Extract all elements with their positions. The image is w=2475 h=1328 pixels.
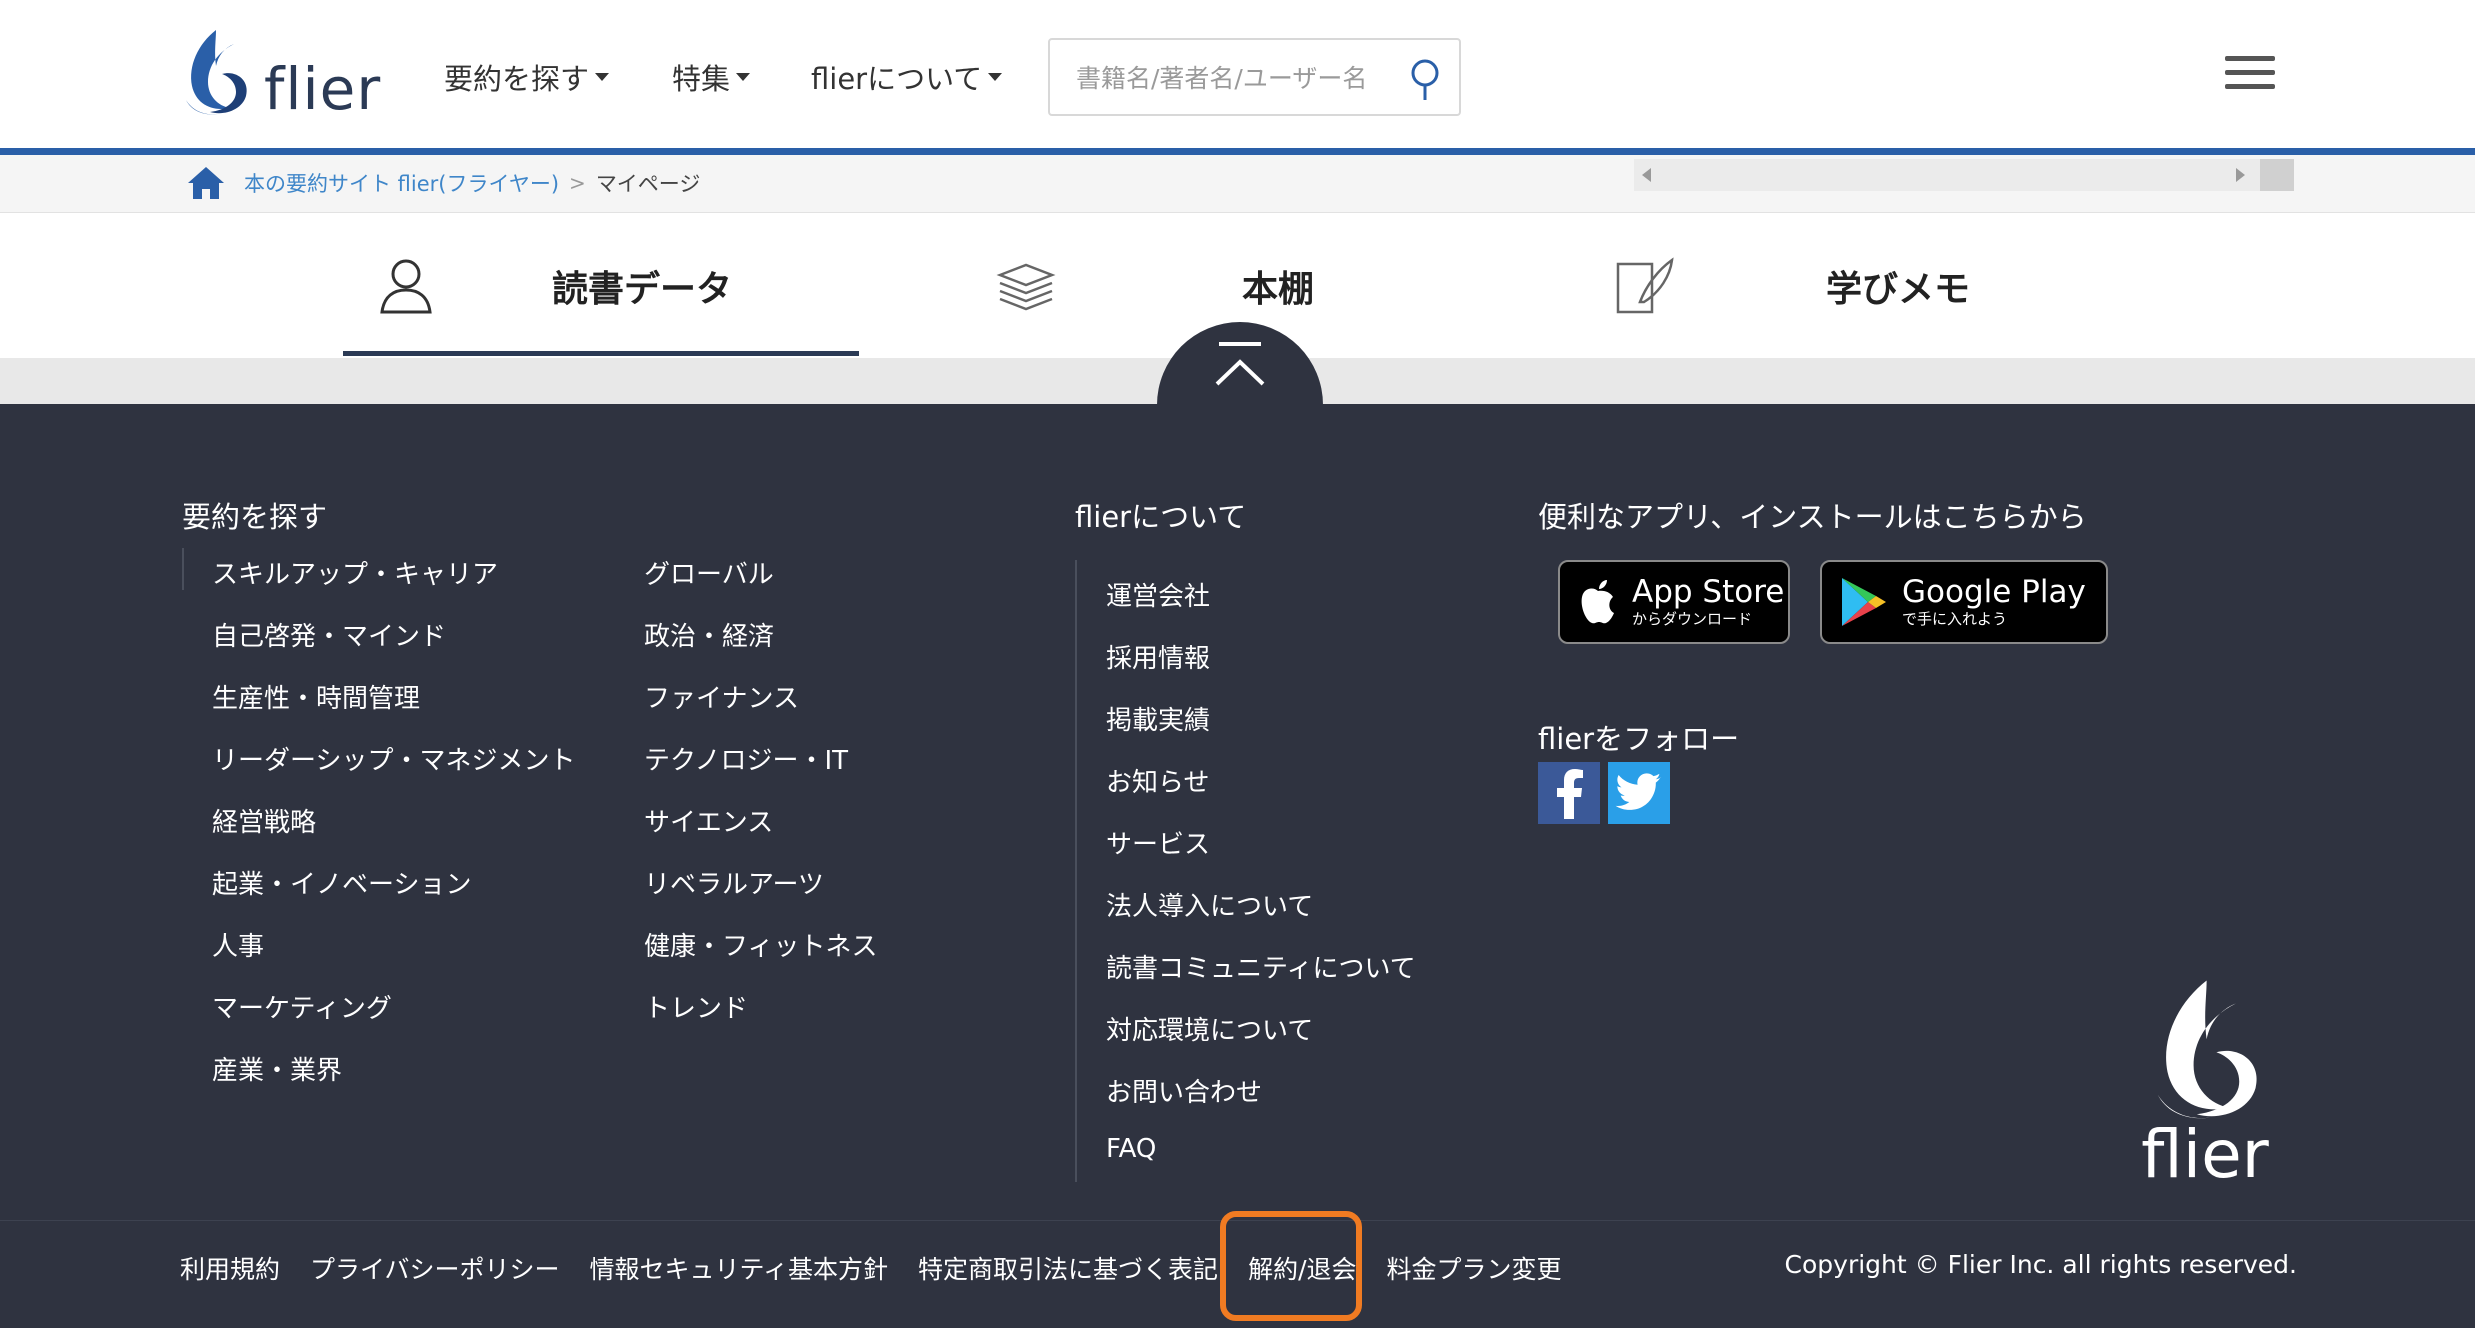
category-link[interactable]: グローバル — [644, 554, 774, 591]
footer-about-heading: flierについて — [1075, 500, 1247, 534]
breadcrumb-bar: 本の要約サイト flier(フライヤー) > マイページ — [0, 155, 2475, 213]
category-link[interactable]: テクノロジー・IT — [644, 740, 848, 777]
about-link[interactable]: お問い合わせ — [1106, 1072, 1262, 1109]
nav-browse[interactable]: 要約を探す — [444, 56, 610, 98]
category-link[interactable]: 起業・イノベーション — [212, 864, 471, 901]
search-icon — [1411, 59, 1439, 100]
nav-features-label: 特集 — [672, 62, 731, 96]
twitter-icon — [1615, 773, 1662, 810]
category-link[interactable]: スキルアップ・キャリア — [212, 554, 498, 591]
google-play-subtitle: で手に入れよう — [1902, 610, 2008, 628]
google-play-title: Google Play — [1902, 574, 2086, 610]
about-link[interactable]: FAQ — [1106, 1134, 1156, 1164]
google-play-icon — [1842, 578, 1886, 626]
menu-button[interactable] — [2225, 56, 2275, 92]
security-policy-link[interactable]: 情報セキュリティ基本方針 — [590, 1250, 889, 1286]
facebook-icon — [1557, 769, 1583, 819]
nav-features[interactable]: 特集 — [672, 56, 751, 98]
about-link[interactable]: 採用情報 — [1106, 638, 1210, 675]
about-link[interactable]: 掲載実績 — [1106, 700, 1210, 737]
category-link[interactable]: ファイナンス — [644, 678, 799, 715]
about-link[interactable]: 対応環境について — [1106, 1010, 1313, 1047]
privacy-link[interactable]: プライバシーポリシー — [310, 1250, 560, 1286]
tab-bookshelf-label: 本棚 — [1242, 268, 1315, 310]
footer-browse-heading: 要約を探す — [182, 500, 328, 534]
site-header: flier 要約を探す 特集 flierについて — [0, 0, 2475, 148]
chevron-down-icon — [595, 73, 610, 81]
chevron-down-icon — [988, 73, 1003, 81]
home-icon[interactable] — [186, 165, 226, 201]
flier-logo-icon — [2157, 980, 2257, 1119]
google-play-badge[interactable]: Google Play で手に入れよう — [1820, 560, 2108, 644]
site-footer: 要約を探す スキルアップ・キャリア 自己啓発・マインド 生産性・時間管理 リーダ… — [0, 404, 2475, 1328]
about-link[interactable]: 読書コミュニティについて — [1106, 948, 1416, 985]
flier-logo-icon — [186, 30, 247, 115]
search-button[interactable] — [1405, 56, 1445, 102]
apple-icon — [1581, 580, 1614, 624]
about-link[interactable]: お知らせ — [1106, 762, 1209, 799]
user-icon — [380, 259, 432, 313]
category-link[interactable]: リーダーシップ・マネジメント — [212, 740, 575, 777]
footer-legal-links: 利用規約 プライバシーポリシー 情報セキュリティ基本方針 特定商取引法に基づく表… — [180, 1250, 1592, 1286]
breadcrumb-separator: > — [569, 171, 586, 195]
footer-logo: flier — [2130, 974, 2280, 1188]
nav-about-label: flierについて — [811, 62, 983, 96]
category-link[interactable]: マーケティング — [212, 988, 392, 1025]
nav-browse-label: 要約を探す — [444, 62, 590, 96]
commercial-law-link[interactable]: 特定商取引法に基づく表記 — [918, 1250, 1218, 1286]
tab-reading-data[interactable]: 読書データ — [378, 213, 732, 358]
breadcrumb: 本の要約サイト flier(フライヤー) > マイページ — [186, 165, 700, 201]
about-link[interactable]: 運営会社 — [1106, 576, 1210, 613]
app-store-subtitle: からダウンロード — [1632, 610, 1753, 628]
scroll-left-icon[interactable] — [1642, 168, 1651, 182]
terms-link[interactable]: 利用規約 — [180, 1250, 280, 1286]
divider — [182, 548, 184, 590]
breadcrumb-current: マイページ — [595, 172, 701, 196]
twitter-link[interactable] — [1608, 762, 1670, 824]
footer-apps-heading: 便利なアプリ、インストールはこちらから — [1538, 500, 2087, 534]
about-link[interactable]: 法人導入について — [1106, 886, 1313, 923]
category-link[interactable]: 生産性・時間管理 — [212, 678, 420, 715]
nav-about[interactable]: flierについて — [811, 56, 1003, 98]
breadcrumb-home-link[interactable]: 本の要約サイト flier(フライヤー) — [244, 168, 559, 198]
scroll-thumb[interactable] — [2260, 159, 2294, 191]
category-link[interactable]: リベラルアーツ — [644, 864, 824, 901]
cancel-link-highlight — [1220, 1211, 1362, 1321]
about-link[interactable]: サービス — [1106, 824, 1210, 861]
category-link[interactable]: 健康・フィットネス — [644, 926, 877, 963]
footer-logo-text: flier — [2141, 1116, 2269, 1193]
app-store-badge[interactable]: App Store からダウンロード — [1558, 560, 1790, 644]
books-icon — [996, 263, 1056, 310]
search-box — [1048, 38, 1461, 116]
hamburger-icon — [2225, 56, 2275, 61]
logo-text: flier — [264, 55, 382, 123]
app-store-title: App Store — [1632, 574, 1785, 610]
horizontal-scrollbar[interactable] — [1634, 159, 2294, 191]
category-link[interactable]: トレンド — [644, 988, 748, 1025]
chevron-down-icon — [736, 73, 751, 81]
tab-notes[interactable]: 学びメモ — [1612, 213, 1970, 358]
scroll-right-icon[interactable] — [2236, 168, 2245, 182]
search-input[interactable] — [1074, 60, 1394, 96]
copyright: Copyright © Flier Inc. all rights reserv… — [1784, 1250, 2297, 1279]
tab-notes-label: 学びメモ — [1826, 268, 1971, 310]
tab-reading-data-label: 読書データ — [552, 268, 733, 310]
header-divider — [0, 148, 2475, 155]
flier-logo[interactable]: flier — [178, 26, 381, 118]
facebook-link[interactable] — [1538, 762, 1600, 824]
category-link[interactable]: 経営戦略 — [212, 802, 316, 839]
active-tab-indicator — [343, 351, 859, 356]
category-link[interactable]: 産業・業界 — [212, 1050, 342, 1087]
footer-follow-heading: flierをフォロー — [1538, 722, 1740, 756]
category-link[interactable]: サイエンス — [644, 802, 773, 839]
category-link[interactable]: 人事 — [212, 926, 264, 963]
category-link[interactable]: 政治・経済 — [644, 616, 774, 653]
category-link[interactable]: 自己啓発・マインド — [212, 616, 446, 653]
note-pen-icon — [1616, 256, 1674, 313]
divider — [1075, 560, 1077, 1182]
change-plan-link[interactable]: 料金プラン変更 — [1387, 1250, 1562, 1286]
